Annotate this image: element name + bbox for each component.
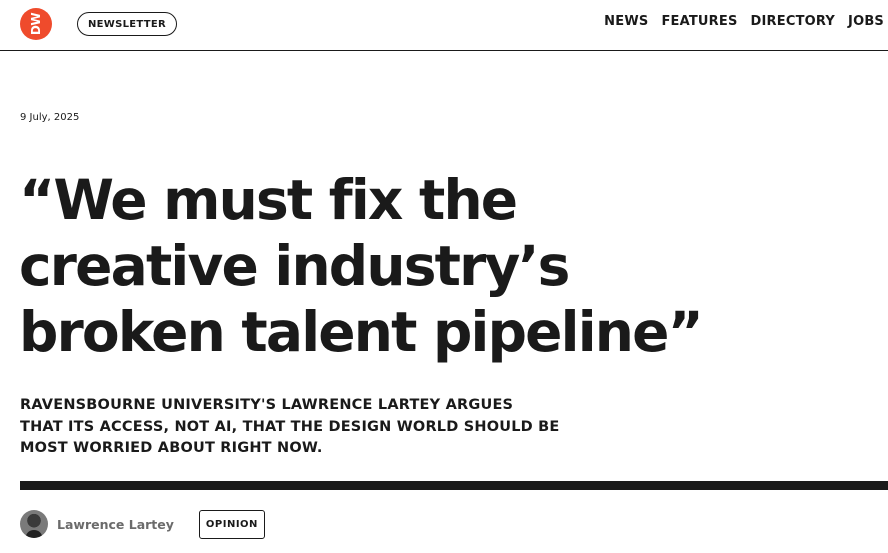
standfirst-line: RAVENSBOURNE UNIVERSITY'S LAWRENCE LARTE… (20, 397, 514, 413)
standfirst-line: MOST WORRIED ABOUT RIGHT NOW. (20, 440, 323, 456)
article-date: 9 July, 2025 (20, 112, 80, 123)
headline-line: broken talent pipeline” (19, 300, 704, 364)
headline-line: “We must fix the (19, 168, 518, 232)
headline-line: creative industry’s (19, 234, 570, 298)
byline: Lawrence Lartey OPINION (20, 509, 265, 539)
site-header: DW NEWSLETTER NEWS FEATURES DIRECTORY JO… (0, 0, 888, 51)
article-standfirst: RAVENSBOURNE UNIVERSITY'S LAWRENCE LARTE… (20, 395, 600, 460)
author-avatar[interactable] (20, 510, 48, 538)
nav-directory[interactable]: DIRECTORY (751, 14, 836, 29)
nav-jobs[interactable]: JOBS (848, 14, 884, 29)
page: DW NEWSLETTER NEWS FEATURES DIRECTORY JO… (0, 0, 888, 553)
section-divider (20, 481, 888, 490)
category-tag[interactable]: OPINION (198, 509, 265, 539)
author-name[interactable]: Lawrence Lartey (57, 517, 174, 532)
logo-text: DW (28, 12, 43, 36)
standfirst-line: THAT ITS ACCESS, NOT AI, THAT THE DESIGN… (20, 418, 560, 435)
nav-features[interactable]: FEATURES (661, 14, 737, 29)
nav-news[interactable]: NEWS (604, 14, 648, 29)
article-headline: “We must fix the creative industry’s bro… (19, 167, 879, 365)
dw-logo[interactable]: DW (20, 8, 52, 40)
main-nav: NEWS FEATURES DIRECTORY JOBS (604, 14, 884, 29)
newsletter-button[interactable]: NEWSLETTER (77, 12, 177, 36)
